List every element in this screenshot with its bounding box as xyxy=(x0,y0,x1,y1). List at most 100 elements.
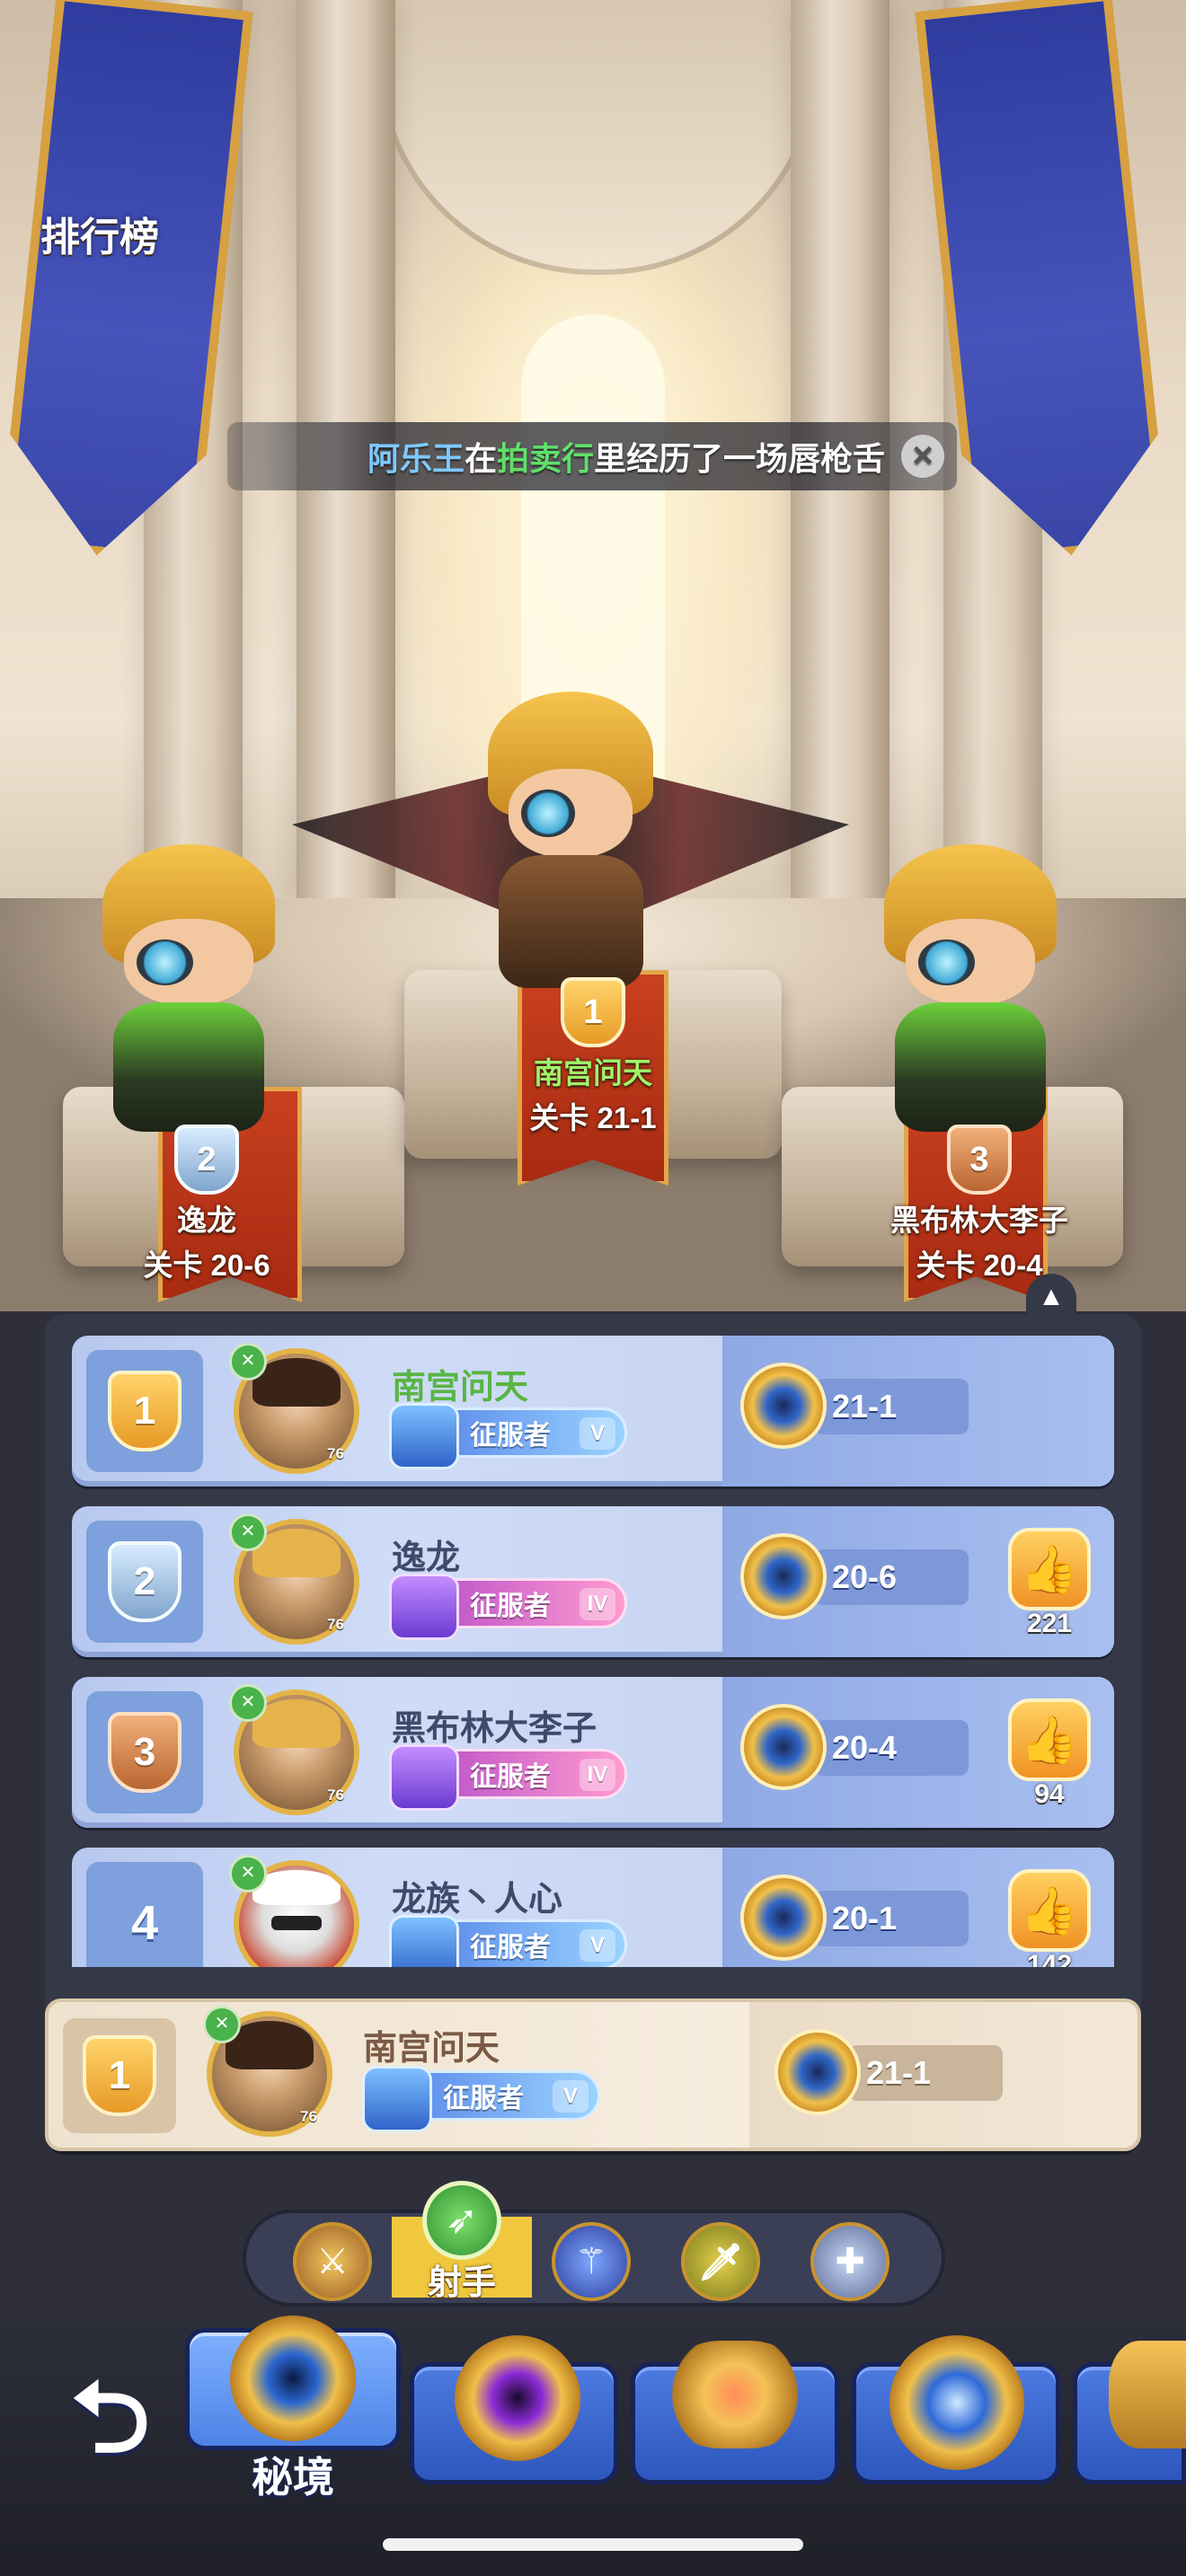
nav-active-label: 秘境 xyxy=(252,2454,334,2501)
rank-cell: 3 xyxy=(86,1691,203,1813)
title-badge: 征服者 V xyxy=(389,1403,627,1469)
priest-icon[interactable]: ✚ xyxy=(810,2222,890,2301)
thumbs-up-icon[interactable]: 👍 xyxy=(1008,1528,1091,1610)
stage-emblem-icon xyxy=(740,1533,827,1619)
leaderboard-list[interactable]: 1 ✕ 76 南宫问天 征服者 V 21-1 2 ✕ 76 逸龙 征服者 IV … xyxy=(72,1336,1114,1967)
conqueror-icon xyxy=(389,1574,459,1640)
archer-icon[interactable]: ➶ xyxy=(422,2181,501,2260)
title-tier: IV xyxy=(580,1588,615,1620)
crown-icon[interactable] xyxy=(665,2341,805,2448)
podium-stage-2: 关卡 20-6 xyxy=(143,1248,270,1282)
guild-mark-icon: ✕ xyxy=(229,1343,267,1381)
title-tier: IV xyxy=(580,1759,615,1791)
goggle-icon xyxy=(918,939,975,985)
news-ticker: 阿乐王在拍卖行 里经历了一场唇枪舌 × xyxy=(227,422,957,490)
guild-mark-icon: ✕ xyxy=(229,1684,267,1722)
tab-archer-label: 射手 xyxy=(427,2264,496,2302)
podium-stage-1: 关卡 21-1 xyxy=(529,1101,657,1134)
title-tier: V xyxy=(580,1417,615,1450)
like-count: 142 xyxy=(1026,1950,1073,1967)
table-row[interactable]: 4 ✕ 龙族丶人心 征服者 V 20-1 👍 142 xyxy=(72,1848,1114,1967)
hero-third[interactable] xyxy=(863,844,1078,1132)
rank-cell: 2 xyxy=(86,1521,203,1643)
player-name: 南宫问天 xyxy=(392,1369,529,1407)
conqueror-icon xyxy=(389,1744,459,1811)
player-name: 逸龙 xyxy=(392,1539,461,1577)
title-badge: 征服者 IV xyxy=(389,1744,627,1811)
rank-cell: 4 xyxy=(86,1862,203,1967)
guild-mark-icon: ✕ xyxy=(203,2006,241,2043)
podium-stage-3: 关卡 20-4 xyxy=(916,1248,1043,1282)
rank-badge-1: 1 xyxy=(561,977,625,1047)
like-count: 221 xyxy=(1026,1609,1073,1638)
hero-second[interactable] xyxy=(81,844,296,1132)
dark-realm-icon[interactable] xyxy=(455,2335,580,2461)
stage-value: 20-1 xyxy=(814,1891,969,1946)
avatar-level: 76 xyxy=(327,1786,344,1804)
ticker-message: 里经历了一场唇枪舌 xyxy=(593,440,885,477)
title-label: 征服者 xyxy=(470,1933,551,1963)
stage-value: 20-6 xyxy=(814,1549,969,1605)
my-ranking-row[interactable]: 1 ✕ 76 南宫问天 征服者 V 21-1 xyxy=(45,1998,1141,2151)
rank-number: 4 xyxy=(130,1896,159,1950)
stage-value: 21-1 xyxy=(814,1379,969,1434)
like-count: 94 xyxy=(1034,1779,1065,1809)
podium-name-2: 逸龙 xyxy=(177,1204,236,1237)
rank-badge: 1 xyxy=(108,1371,181,1451)
hero-body xyxy=(498,854,643,988)
player-name: 黑布林大李子 xyxy=(392,1710,597,1748)
rank-badge: 3 xyxy=(108,1712,181,1793)
stage-emblem-icon xyxy=(740,1363,827,1449)
conqueror-icon xyxy=(389,1403,459,1469)
guild-mark-icon: ✕ xyxy=(229,1513,267,1551)
stage-value: 21-1 xyxy=(848,2045,1003,2101)
ticker-connector: 在 xyxy=(464,440,497,477)
warrior-icon[interactable]: ⚔ xyxy=(293,2222,372,2301)
stage-emblem-icon xyxy=(774,2029,861,2115)
stage-emblem-icon xyxy=(740,1704,827,1790)
player-name: 龙族丶人心 xyxy=(392,1881,563,1919)
title-badge: 征服者 V xyxy=(362,2066,600,2132)
table-row[interactable]: 2 ✕ 76 逸龙 征服者 IV 20-6 👍 221 xyxy=(72,1506,1114,1657)
back-icon[interactable]: ⮌ xyxy=(50,2350,171,2486)
guild-mark-icon: ✕ xyxy=(229,1855,267,1892)
player-name: 南宫问天 xyxy=(363,2030,500,2068)
close-icon[interactable]: × xyxy=(901,435,944,478)
more-icon[interactable] xyxy=(1109,2341,1186,2448)
hero-first[interactable] xyxy=(467,692,674,988)
chevron-up-icon[interactable]: ▲ xyxy=(1026,1274,1076,1317)
avatar-level: 76 xyxy=(300,2108,317,2125)
ticker-place: 拍卖行 xyxy=(496,440,594,477)
thumbs-up-icon[interactable]: 👍 xyxy=(1008,1698,1091,1781)
thumbs-up-icon[interactable]: 👍 xyxy=(1008,1869,1091,1952)
conqueror-icon xyxy=(389,1915,459,1967)
title-label: 征服者 xyxy=(470,1421,551,1451)
avatar-level: 76 xyxy=(327,1445,344,1462)
star-realm-icon[interactable] xyxy=(890,2335,1024,2470)
goggle-icon xyxy=(520,789,575,837)
podium-name-1: 南宫问天 xyxy=(534,1056,652,1090)
rank-cell: 1 xyxy=(86,1350,203,1472)
ticker-player: 阿乐王 xyxy=(367,440,465,477)
assassin-icon[interactable]: 🗡 xyxy=(681,2222,760,2301)
rank-badge: 2 xyxy=(108,1541,181,1622)
hero-body xyxy=(895,1002,1046,1132)
mage-icon[interactable]: ⚚ xyxy=(552,2222,631,2301)
title-badge: 征服者 V xyxy=(389,1915,627,1967)
stage-value: 20-4 xyxy=(814,1720,969,1776)
title-badge: 征服者 IV xyxy=(389,1574,627,1640)
rank-badge: 1 xyxy=(83,2035,156,2116)
rank-badge-2: 2 xyxy=(174,1125,239,1195)
title-tier: V xyxy=(553,2080,589,2113)
table-row[interactable]: 3 ✕ 76 黑布林大李子 征服者 IV 20-4 👍 94 xyxy=(72,1677,1114,1828)
hero-body xyxy=(113,1002,264,1132)
home-indicator[interactable] xyxy=(383,2538,803,2551)
title-label: 征服者 xyxy=(470,1592,551,1621)
rank-badge-3: 3 xyxy=(947,1125,1012,1195)
avatar-level: 76 xyxy=(327,1616,344,1633)
goggle-icon xyxy=(137,939,193,985)
dome-ceiling xyxy=(377,0,819,275)
title-tier: V xyxy=(580,1929,615,1962)
table-row[interactable]: 1 ✕ 76 南宫问天 征服者 V 21-1 xyxy=(72,1336,1114,1486)
secret-realm-icon[interactable] xyxy=(230,2316,356,2441)
